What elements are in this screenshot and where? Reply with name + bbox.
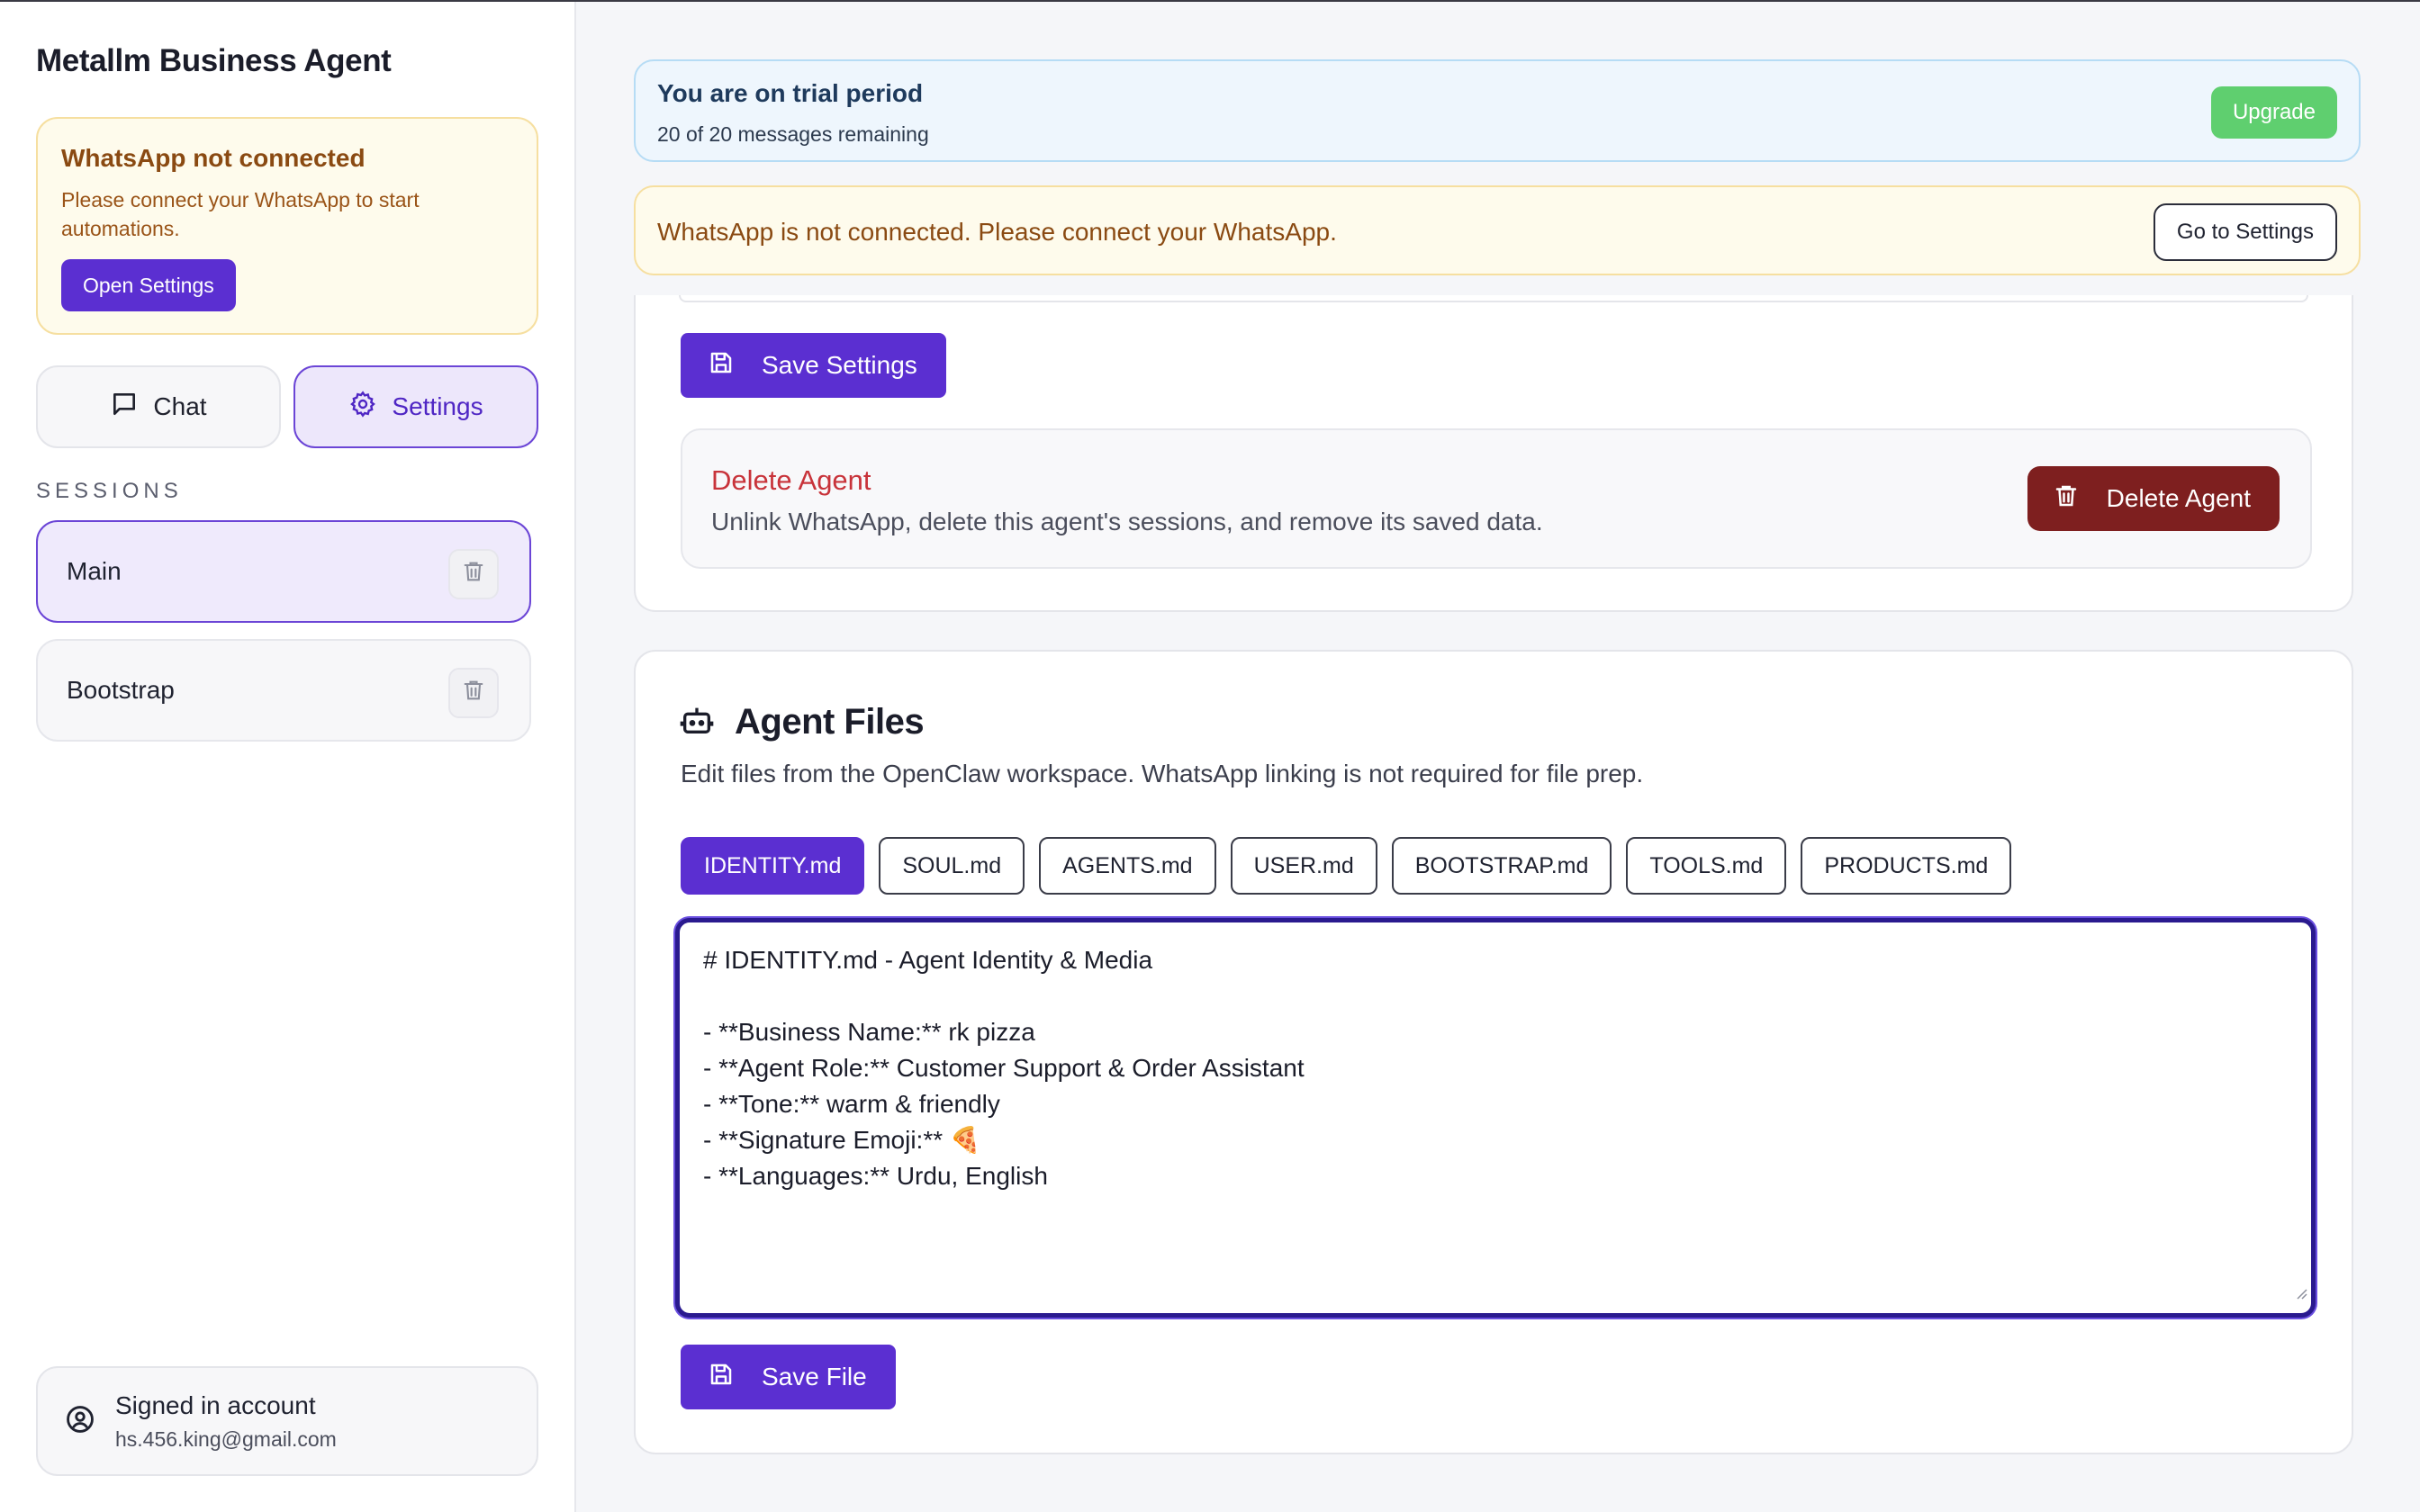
agent-files-title: Agent Files (735, 702, 925, 742)
trash-icon (2053, 482, 2080, 516)
save-settings-label: Save Settings (762, 351, 917, 379)
resize-handle[interactable] (2293, 1274, 2307, 1310)
sessions-heading: SESSIONS (36, 479, 183, 503)
session-name: Main (67, 557, 122, 585)
tab-bootstrap-md[interactable]: BOOTSTRAP.md (1391, 837, 1612, 895)
upgrade-button[interactable]: Upgrade (2210, 86, 2337, 139)
delete-agent-description: Unlink WhatsApp, delete this agent's ses… (711, 508, 1543, 536)
editor-line: # IDENTITY.md - Agent Identity & Media (703, 946, 1153, 974)
delete-agent-section: Delete Agent Unlink WhatsApp, delete thi… (681, 428, 2312, 569)
save-settings-button[interactable]: Save Settings (681, 333, 946, 398)
signed-in-account[interactable]: Signed in account hs.456.king@gmail.com (36, 1366, 538, 1476)
save-icon (708, 349, 735, 382)
sidebar: Metallm Business Agent WhatsApp not conn… (0, 2, 576, 1512)
chat-bubble-icon (110, 390, 139, 425)
whatsapp-alert-card: WhatsApp not connected Please connect yo… (36, 117, 538, 335)
tab-identity-md[interactable]: IDENTITY.md (681, 837, 865, 895)
session-item-bootstrap[interactable]: Bootstrap (36, 639, 531, 742)
nav-settings-label: Settings (392, 392, 483, 420)
app-title: Metallm Business Agent (36, 43, 392, 78)
whatsapp-warning-text: WhatsApp is not connected. Please connec… (657, 218, 1337, 246)
whatsapp-alert-text: Please connect your WhatsApp to start au… (61, 188, 420, 240)
open-settings-button[interactable]: Open Settings (61, 259, 236, 311)
save-icon (708, 1361, 735, 1394)
delete-agent-button[interactable]: Delete Agent (2027, 466, 2280, 531)
tab-agents-md[interactable]: AGENTS.md (1039, 837, 1216, 895)
robot-icon (679, 702, 715, 742)
editor-line: - **Languages:** Urdu, English (703, 1162, 1048, 1190)
save-file-label: Save File (762, 1363, 867, 1390)
editor-line: - **Signature Emoji:** 🍕 (703, 1126, 981, 1154)
editor-line: - **Tone:** warm & friendly (703, 1090, 1000, 1118)
delete-agent-label: Delete Agent (2106, 484, 2251, 512)
tab-soul-md[interactable]: SOUL.md (879, 837, 1025, 895)
user-circle-icon (65, 1404, 95, 1439)
session-name: Bootstrap (67, 676, 175, 704)
trial-banner: You are on trial period 20 of 20 message… (634, 59, 2361, 162)
delete-session-button[interactable] (448, 549, 499, 599)
delete-agent-title: Delete Agent (711, 464, 871, 496)
session-item-main[interactable]: Main (36, 520, 531, 623)
tab-products-md[interactable]: PRODUCTS.md (1801, 837, 2012, 895)
nav-settings-button[interactable]: Settings (293, 365, 538, 448)
file-tabs: IDENTITY.md SOUL.md AGENTS.md USER.md BO… (681, 837, 2012, 895)
file-editor-textarea[interactable]: # IDENTITY.md - Agent Identity & Media -… (675, 918, 2316, 1318)
whatsapp-alert-title: WhatsApp not connected (61, 144, 366, 172)
go-to-settings-button[interactable]: Go to Settings (2153, 203, 2337, 261)
editor-line: - **Agent Role:** Customer Support & Ord… (703, 1054, 1305, 1082)
scrolled-section-edge (679, 295, 2308, 302)
tab-user-md[interactable]: USER.md (1230, 837, 1377, 895)
trash-icon (461, 678, 486, 709)
agent-files-card: Agent Files Edit files from the OpenClaw… (634, 650, 2353, 1454)
agent-files-header: Agent Files (679, 702, 925, 742)
nav-chat-button[interactable]: Chat (36, 365, 281, 448)
delete-session-button[interactable] (448, 668, 499, 718)
tab-tools-md[interactable]: TOOLS.md (1626, 837, 1787, 895)
account-label: Signed in account (115, 1390, 316, 1419)
trash-icon (461, 559, 486, 590)
whatsapp-warning-banner: WhatsApp is not connected. Please connec… (634, 185, 2361, 275)
trial-title: You are on trial period (657, 79, 924, 107)
account-email: hs.456.king@gmail.com (115, 1426, 337, 1451)
save-file-button[interactable]: Save File (681, 1345, 896, 1409)
editor-line: - **Business Name:** rk pizza (703, 1018, 1035, 1046)
trial-messages-remaining: 20 of 20 messages remaining (657, 122, 929, 146)
agent-files-description: Edit files from the OpenClaw workspace. … (681, 760, 1644, 788)
nav-chat-label: Chat (153, 392, 207, 420)
gear-icon (348, 390, 377, 425)
settings-card: Save Settings Delete Agent Unlink WhatsA… (634, 295, 2353, 612)
